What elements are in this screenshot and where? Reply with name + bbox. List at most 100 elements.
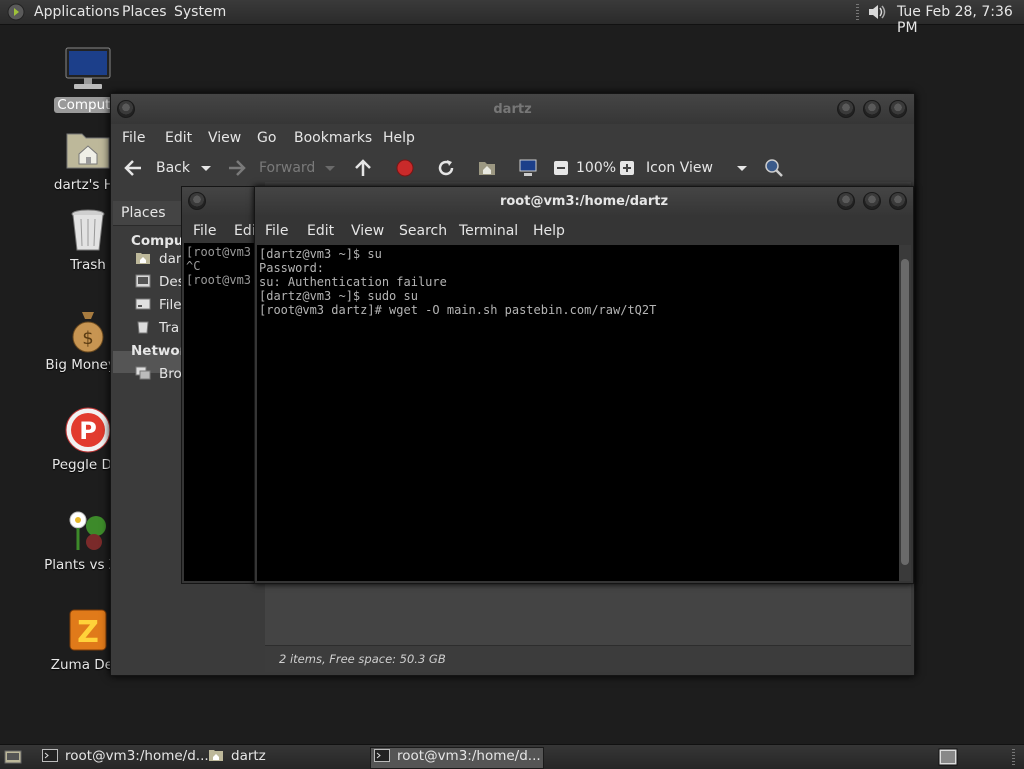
search-icon[interactable] [764, 158, 784, 178]
home-folder-icon [66, 133, 110, 169]
terminal-line: [dartz@vm3 ~]$ su [259, 247, 382, 261]
terminal-back-output[interactable]: [root@vm3 ^C [root@vm3 [184, 243, 258, 581]
minimize-button[interactable] [837, 100, 855, 118]
status-text: 2 items, Free space: 50.3 GB [279, 652, 446, 666]
menu-file[interactable]: File [193, 223, 216, 239]
terminal-line: [root@vm3 [186, 245, 252, 259]
scrollbar-thumb[interactable] [901, 259, 909, 565]
zoom-out-icon[interactable] [551, 158, 571, 178]
back-arrow-icon[interactable] [123, 158, 143, 178]
bottom-panel: root@vm3:/home/d... dartz root@vm3:/home… [0, 744, 1024, 769]
money-bag-icon: $ [72, 312, 104, 353]
computer-icon[interactable] [518, 158, 538, 178]
menu-view[interactable]: View [351, 223, 384, 239]
file-manager-toolbar: Back Forward 100% Icon View [111, 154, 914, 182]
menu-search[interactable]: Search [399, 223, 447, 239]
trash-icon [71, 209, 105, 251]
file-manager-titlebar[interactable]: dartz [111, 94, 914, 124]
applications-menu[interactable]: Applications [34, 4, 120, 20]
maximize-button[interactable] [863, 192, 881, 210]
menu-help[interactable]: Help [533, 223, 565, 239]
svg-text:P: P [79, 417, 97, 445]
sidebar-item-label: dar [159, 251, 182, 267]
show-desktop-icon[interactable] [4, 749, 22, 765]
terminal-line: [dartz@vm3 ~]$ sudo su [259, 289, 418, 303]
close-button[interactable] [889, 100, 907, 118]
menu-help[interactable]: Help [383, 130, 415, 146]
terminal-scrollbar[interactable] [899, 245, 911, 581]
gnome-foot-icon[interactable] [7, 3, 25, 21]
desktop-folder-icon [135, 274, 151, 288]
window-title: dartz [493, 102, 532, 117]
menu-edit[interactable]: Edit [165, 130, 192, 146]
zoom-level: 100% [576, 160, 617, 176]
terminal-menubar: File Edit View Search Terminal Help [255, 217, 913, 245]
stop-icon[interactable] [395, 158, 415, 178]
menu-view[interactable]: View [208, 130, 241, 146]
forward-button[interactable]: Forward [259, 160, 315, 176]
sidebar-item-browse-network[interactable]: Bro [135, 366, 182, 382]
terminal-titlebar[interactable]: root@vm3:/home/dartz [255, 187, 913, 215]
sidebar-item-home[interactable]: dar [135, 251, 181, 267]
taskbar-item-terminal-1[interactable]: root@vm3:/home/d... [38, 747, 213, 769]
zoom-in-icon[interactable] [617, 158, 637, 178]
minimize-button[interactable] [837, 192, 855, 210]
back-button[interactable]: Back [156, 160, 190, 176]
sidebar-item-label: Tra [159, 320, 180, 336]
terminal-line: su: Authentication failure [259, 275, 447, 289]
sidebar-item-label: File [159, 297, 182, 313]
menu-edit[interactable]: Edi [234, 223, 256, 239]
menu-file[interactable]: File [122, 130, 145, 146]
clock[interactable]: Tue Feb 28, 7:36 PM [897, 4, 1024, 36]
forward-history-dropdown-icon[interactable] [320, 158, 340, 178]
menu-bookmarks[interactable]: Bookmarks [294, 130, 372, 146]
sidebar-item-filesystem[interactable]: File [135, 297, 182, 313]
volume-icon[interactable] [866, 3, 888, 21]
panel-handle[interactable] [856, 4, 859, 20]
sidebar-item-label: Bro [159, 366, 182, 382]
top-panel: Applications Places System Tue Feb 28, 7… [0, 0, 1024, 36]
menu-go[interactable]: Go [257, 130, 276, 146]
back-history-dropdown-icon[interactable] [196, 158, 216, 178]
file-manager-menubar: File Edit View Go Bookmarks Help [111, 124, 914, 152]
maximize-button[interactable] [863, 100, 881, 118]
plants-icon [69, 511, 106, 550]
up-arrow-icon[interactable] [353, 158, 373, 178]
home-folder-icon [209, 750, 223, 761]
terminal-icon [42, 749, 58, 762]
system-menu[interactable]: System [174, 4, 226, 20]
view-mode-dropdown-icon[interactable] [732, 158, 752, 178]
window-menu-button[interactable] [188, 192, 206, 210]
home-icon[interactable] [477, 158, 497, 178]
workspace-switcher-icon[interactable] [938, 748, 958, 766]
panel-handle[interactable] [1012, 749, 1015, 765]
svg-text:Z: Z [77, 615, 99, 650]
taskbar-item-file-manager[interactable]: dartz [204, 747, 270, 769]
zuma-icon: Z [69, 609, 107, 651]
trash-icon [137, 321, 149, 334]
terminal-back-titlebar[interactable] [182, 187, 262, 215]
taskbar-label: root@vm3:/home/d... [65, 748, 209, 764]
taskbar-label: dartz [231, 748, 266, 764]
terminal-window-back[interactable]: File Edi [root@vm3 ^C [root@vm3 [181, 186, 263, 584]
menu-terminal[interactable]: Terminal [459, 223, 518, 239]
taskbar-item-terminal-2[interactable]: root@vm3:/home/d... [370, 747, 544, 769]
sidebar-item-desktop[interactable]: Des [135, 274, 185, 290]
menu-file[interactable]: File [265, 223, 288, 239]
terminal-back-menubar: File Edi [182, 217, 262, 245]
home-folder-icon [136, 253, 150, 264]
terminal-line: ^C [186, 259, 201, 273]
taskbar-label: root@vm3:/home/d... [397, 748, 541, 764]
desktop-icon-label: Trash [70, 257, 106, 273]
menu-edit[interactable]: Edit [307, 223, 334, 239]
terminal-line: [root@vm3 [186, 273, 252, 287]
forward-arrow-icon[interactable] [227, 158, 247, 178]
view-mode-select[interactable]: Icon View [646, 160, 713, 176]
sidebar-item-trash[interactable]: Tra [135, 320, 179, 336]
window-title: root@vm3:/home/dartz [499, 194, 669, 209]
terminal-line: Password: [259, 261, 325, 275]
terminal-output[interactable]: [dartz@vm3 ~]$ su Password: su: Authenti… [257, 245, 899, 581]
close-button[interactable] [889, 192, 907, 210]
reload-icon[interactable] [436, 158, 456, 178]
places-menu[interactable]: Places [122, 4, 167, 20]
